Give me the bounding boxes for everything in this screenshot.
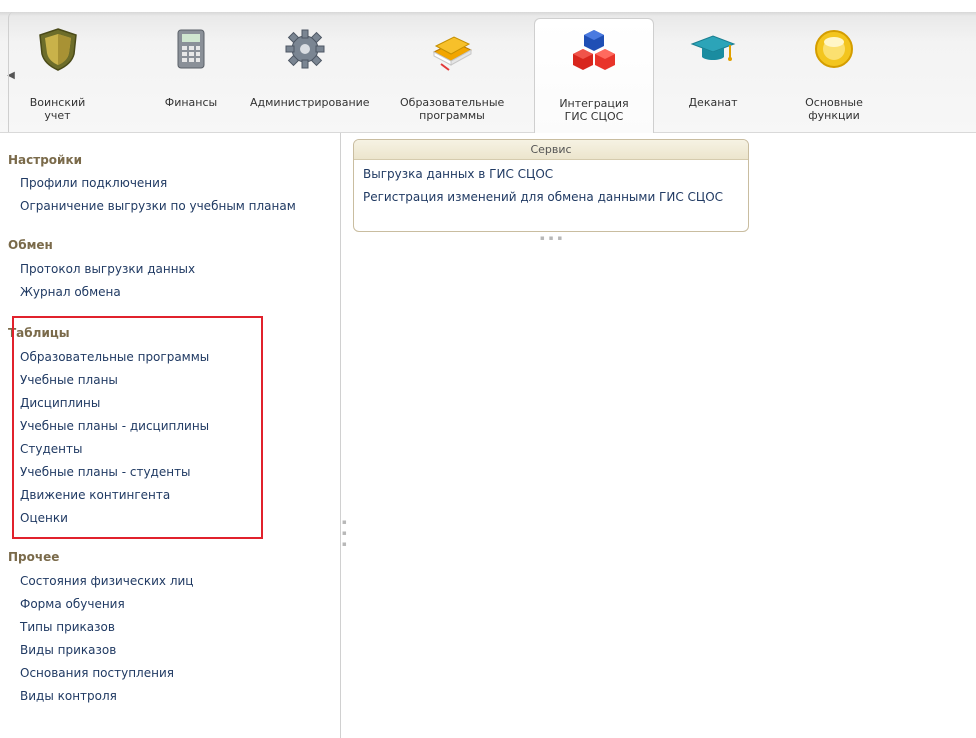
tab-label: Образовательные программы [400,96,505,122]
tables-highlight-box [12,316,263,539]
section-title-exchange: Обмен [8,238,53,252]
tab-finances[interactable]: Финансы [146,12,236,132]
tab-educational-programs[interactable]: Образовательные программы [400,12,504,132]
tab-label: Основные функции [805,96,863,122]
calculator-icon [177,29,205,69]
gear-icon [285,29,325,69]
tab-main-functions[interactable]: Основные функции [786,12,882,132]
tab-label: Администрирование [250,96,370,109]
books-icon [432,36,473,71]
shield-icon [38,28,77,71]
nav-link-order-kinds[interactable]: Виды приказов [20,643,116,657]
nav-link-exchange-log[interactable]: Журнал обмена [20,285,121,299]
tab-label: Финансы [164,96,218,109]
nav-link-person-states[interactable]: Состояния физических лиц [20,574,193,588]
tab-gis-integration[interactable]: Интеграция ГИС СЦОС [534,18,654,133]
graduation-cap-icon [690,35,736,61]
tab-label: Интеграция ГИС СЦОС [559,97,629,123]
tab-administration[interactable]: Администрирование [250,12,370,132]
nav-link-export-protocol[interactable]: Протокол выгрузки данных [20,262,195,276]
service-link-register-changes[interactable]: Регистрация изменений для обмена данными… [363,190,723,204]
yellow-circle-icon [815,30,853,68]
service-group: Сервис Выгрузка данных в ГИС СЦОС Регист… [353,139,749,232]
nav-link-study-form[interactable]: Форма обучения [20,597,125,611]
vertical-splitter-handle[interactable]: ▪ ▪ ▪ [342,517,347,550]
tab-military-registration[interactable]: Воинский учет [8,12,106,132]
section-tab-bar: ◀ Воинский учет Финансы Администрировани… [0,12,976,133]
nav-link-connection-profiles[interactable]: Профили подключения [20,176,167,190]
nav-link-admission-grounds[interactable]: Основания поступления [20,666,174,680]
panel-divider[interactable] [340,133,341,738]
nav-link-export-restriction[interactable]: Ограничение выгрузки по учебным планам [20,199,296,213]
nav-link-control-types[interactable]: Виды контроля [20,689,117,703]
window-top-strip [0,0,976,12]
service-group-title: Сервис [354,140,748,160]
cubes-icon [573,30,615,70]
tab-label: Деканат [688,96,738,109]
service-link-export-data[interactable]: Выгрузка данных в ГИС СЦОС [363,167,553,181]
tab-label: Воинский учет [29,96,86,122]
section-title-other: Прочее [8,550,60,564]
nav-link-order-types[interactable]: Типы приказов [20,620,115,634]
horizontal-splitter-handle[interactable]: ▪▪▪ [540,234,566,242]
tab-deans-office[interactable]: Деканат [668,12,758,132]
section-title-settings: Настройки [8,153,83,167]
